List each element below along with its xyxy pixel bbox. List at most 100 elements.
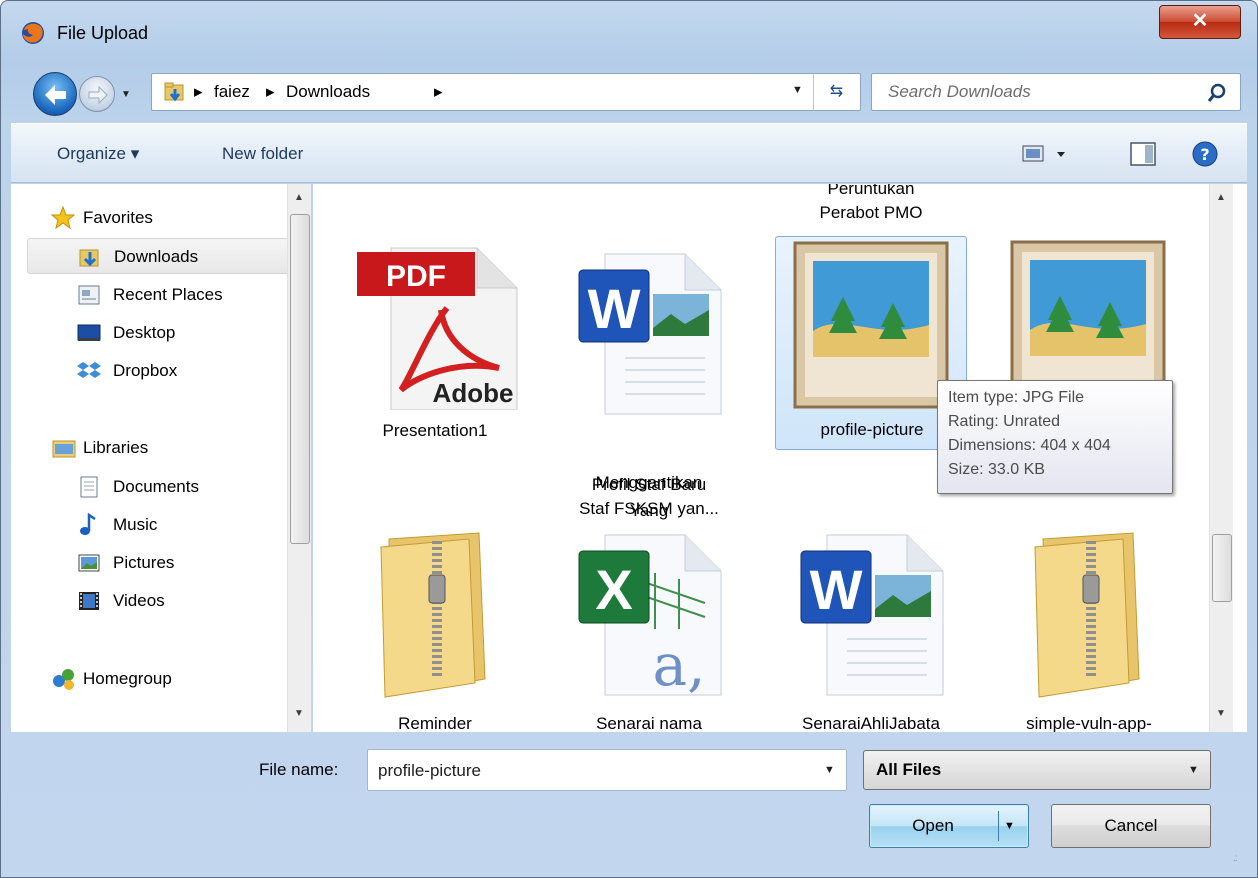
dropbox-icon [77,362,101,378]
nav-item-recent-places[interactable]: Recent Places [27,277,295,313]
window-title: File Upload [57,23,149,43]
nav-item-desktop[interactable]: Desktop [27,315,295,351]
file-item-presentation1[interactable]: PDF Adobe Presentation1 [339,240,531,440]
open-button[interactable]: Open ▼ [869,804,1029,848]
resize-grip-icon[interactable]: .: [1233,853,1237,864]
recent-places-icon [78,285,100,305]
scroll-up-icon[interactable]: ▲ [1216,192,1226,203]
nav-item-pictures[interactable]: Pictures [27,545,295,581]
file-list-scrollbar[interactable]: ▲ ▼ [1209,184,1233,732]
downloads-folder-icon [79,249,99,267]
file-name: simple-vuln-app- [1026,714,1152,732]
pdf-badge-text: PDF [386,260,446,293]
breadcrumb-faiez[interactable]: faiez [214,82,250,102]
excel-document-icon: X a, [578,534,722,699]
pdf-file-icon: PDF Adobe [357,247,518,410]
cancel-button[interactable]: Cancel [1051,804,1211,848]
file-type-filter[interactable]: All Files ▼ [863,750,1211,790]
videos-icon [79,592,99,610]
file-list-scrollbar-thumb[interactable] [1212,534,1232,602]
nav-item-favorites[interactable]: Favorites [27,200,295,236]
organize-button[interactable]: Organize ▾ [57,144,139,164]
adobe-text: Adobe [433,378,514,408]
scroll-down-icon[interactable]: ▼ [294,708,304,719]
tooltip-size: Size: 33.0 KB [948,461,1045,478]
scroll-up-icon[interactable]: ▲ [294,192,304,203]
nav-scrollbar-thumb[interactable] [290,214,310,544]
forward-arrow-icon [88,85,108,105]
breadcrumb-separator-icon[interactable]: ▸ [194,82,203,102]
search-input[interactable]: Search Downloads [871,73,1241,111]
desktop-icon [77,324,101,341]
star-icon [51,206,75,230]
nav-item-dropbox[interactable]: Dropbox [27,353,295,389]
help-icon[interactable]: ? [1191,140,1219,168]
file-item-peruntukan[interactable]: Peruntukan Perabot PMO [775,184,967,236]
nav-label-downloads: Downloads [114,247,199,266]
forward-button[interactable] [79,76,115,112]
nav-label-music: Music [113,515,158,534]
word-document-icon: W [578,253,722,415]
recent-pages-dropdown-icon[interactable]: ▼ [121,89,131,100]
close-button[interactable]: ✕ [1159,5,1241,39]
chevron-down-icon: ▼ [1188,764,1199,776]
zip-folder-icon [380,532,486,698]
file-item-senaraiahlijabata[interactable]: W SenaraiAhliJabata [775,529,967,732]
address-bar[interactable]: ▸ faiez ▸ Downloads ▸ ▼ [151,73,861,111]
file-name-line: Menggantikan [595,473,703,492]
nav-label-homegroup: Homegroup [83,669,172,688]
svg-text:W: W [588,277,641,340]
nav-item-libraries[interactable]: Libraries [27,430,295,466]
file-name-input[interactable]: profile-picture ▼ [367,749,847,791]
file-type-value: All Files [876,760,942,779]
file-item-simple-vuln-app[interactable]: simple-vuln-app- [993,529,1185,732]
file-name: Senarai nama [596,714,702,732]
open-options-dropdown-icon[interactable]: ▼ [1004,805,1015,847]
back-arrow-icon [45,85,66,105]
nav-item-videos[interactable]: Videos [27,583,295,619]
zip-folder-icon [1034,532,1140,698]
homegroup-icon [53,669,74,690]
nav-label-dropbox: Dropbox [113,361,178,380]
tooltip-dimensions: Dimensions: 404 x 404 [948,437,1111,454]
new-folder-button[interactable]: New folder [222,144,303,164]
nav-item-downloads[interactable]: Downloads [27,238,295,274]
file-name-dropdown-icon[interactable]: ▼ [824,764,835,776]
back-button[interactable] [33,72,77,116]
tooltip-item-type: Item type: JPG File [948,389,1085,406]
svg-text:X: X [595,558,632,621]
breadcrumb-downloads[interactable]: Downloads [286,82,370,102]
file-name: Presentation1 [382,421,488,440]
file-name: SenaraiAhliJabata [802,714,940,732]
nav-scrollbar[interactable]: ▲ ▼ [287,184,311,732]
firefox-icon [22,22,44,44]
nav-label-libraries: Libraries [83,438,149,457]
file-item-reminder[interactable]: Reminder [339,529,531,732]
svg-text:W: W [810,558,863,621]
file-upload-dialog: File Upload ✕ ▼ ▸ faiez ▸ Downloads ▸ ▼ … [0,0,1258,878]
close-icon: ✕ [1191,10,1209,32]
breadcrumb-separator-icon[interactable]: ▸ [266,82,275,102]
refresh-button[interactable]: ⇆ [813,73,859,111]
music-icon [80,513,96,535]
file-name-line: Staf FSKSM yan... [579,499,719,518]
scroll-down-icon[interactable]: ▼ [1216,708,1226,719]
refresh-icon: ⇆ [829,83,844,100]
word-document-icon: W [800,534,944,696]
documents-icon [80,476,98,498]
address-dropdown-icon[interactable]: ▼ [792,84,803,96]
nav-item-documents[interactable]: Documents [27,469,295,505]
file-item-senarai-nama[interactable]: X a, Senarai nama [553,529,745,732]
image-file-icon [793,241,949,409]
search-icon[interactable] [1206,82,1228,104]
pictures-icon [78,554,100,572]
breadcrumb-separator-icon[interactable]: ▸ [434,82,443,102]
nav-label-pictures: Pictures [113,553,175,572]
change-view-icon[interactable] [1021,142,1069,166]
nav-item-music[interactable]: Music [27,507,295,543]
nav-label-favorites: Favorites [83,208,153,227]
file-info-tooltip: Item type: JPG File Rating: Unrated Dime… [937,380,1173,494]
nav-item-homegroup[interactable]: Homegroup [27,661,295,697]
preview-pane-icon[interactable] [1129,141,1157,167]
file-name: Reminder [398,714,472,732]
